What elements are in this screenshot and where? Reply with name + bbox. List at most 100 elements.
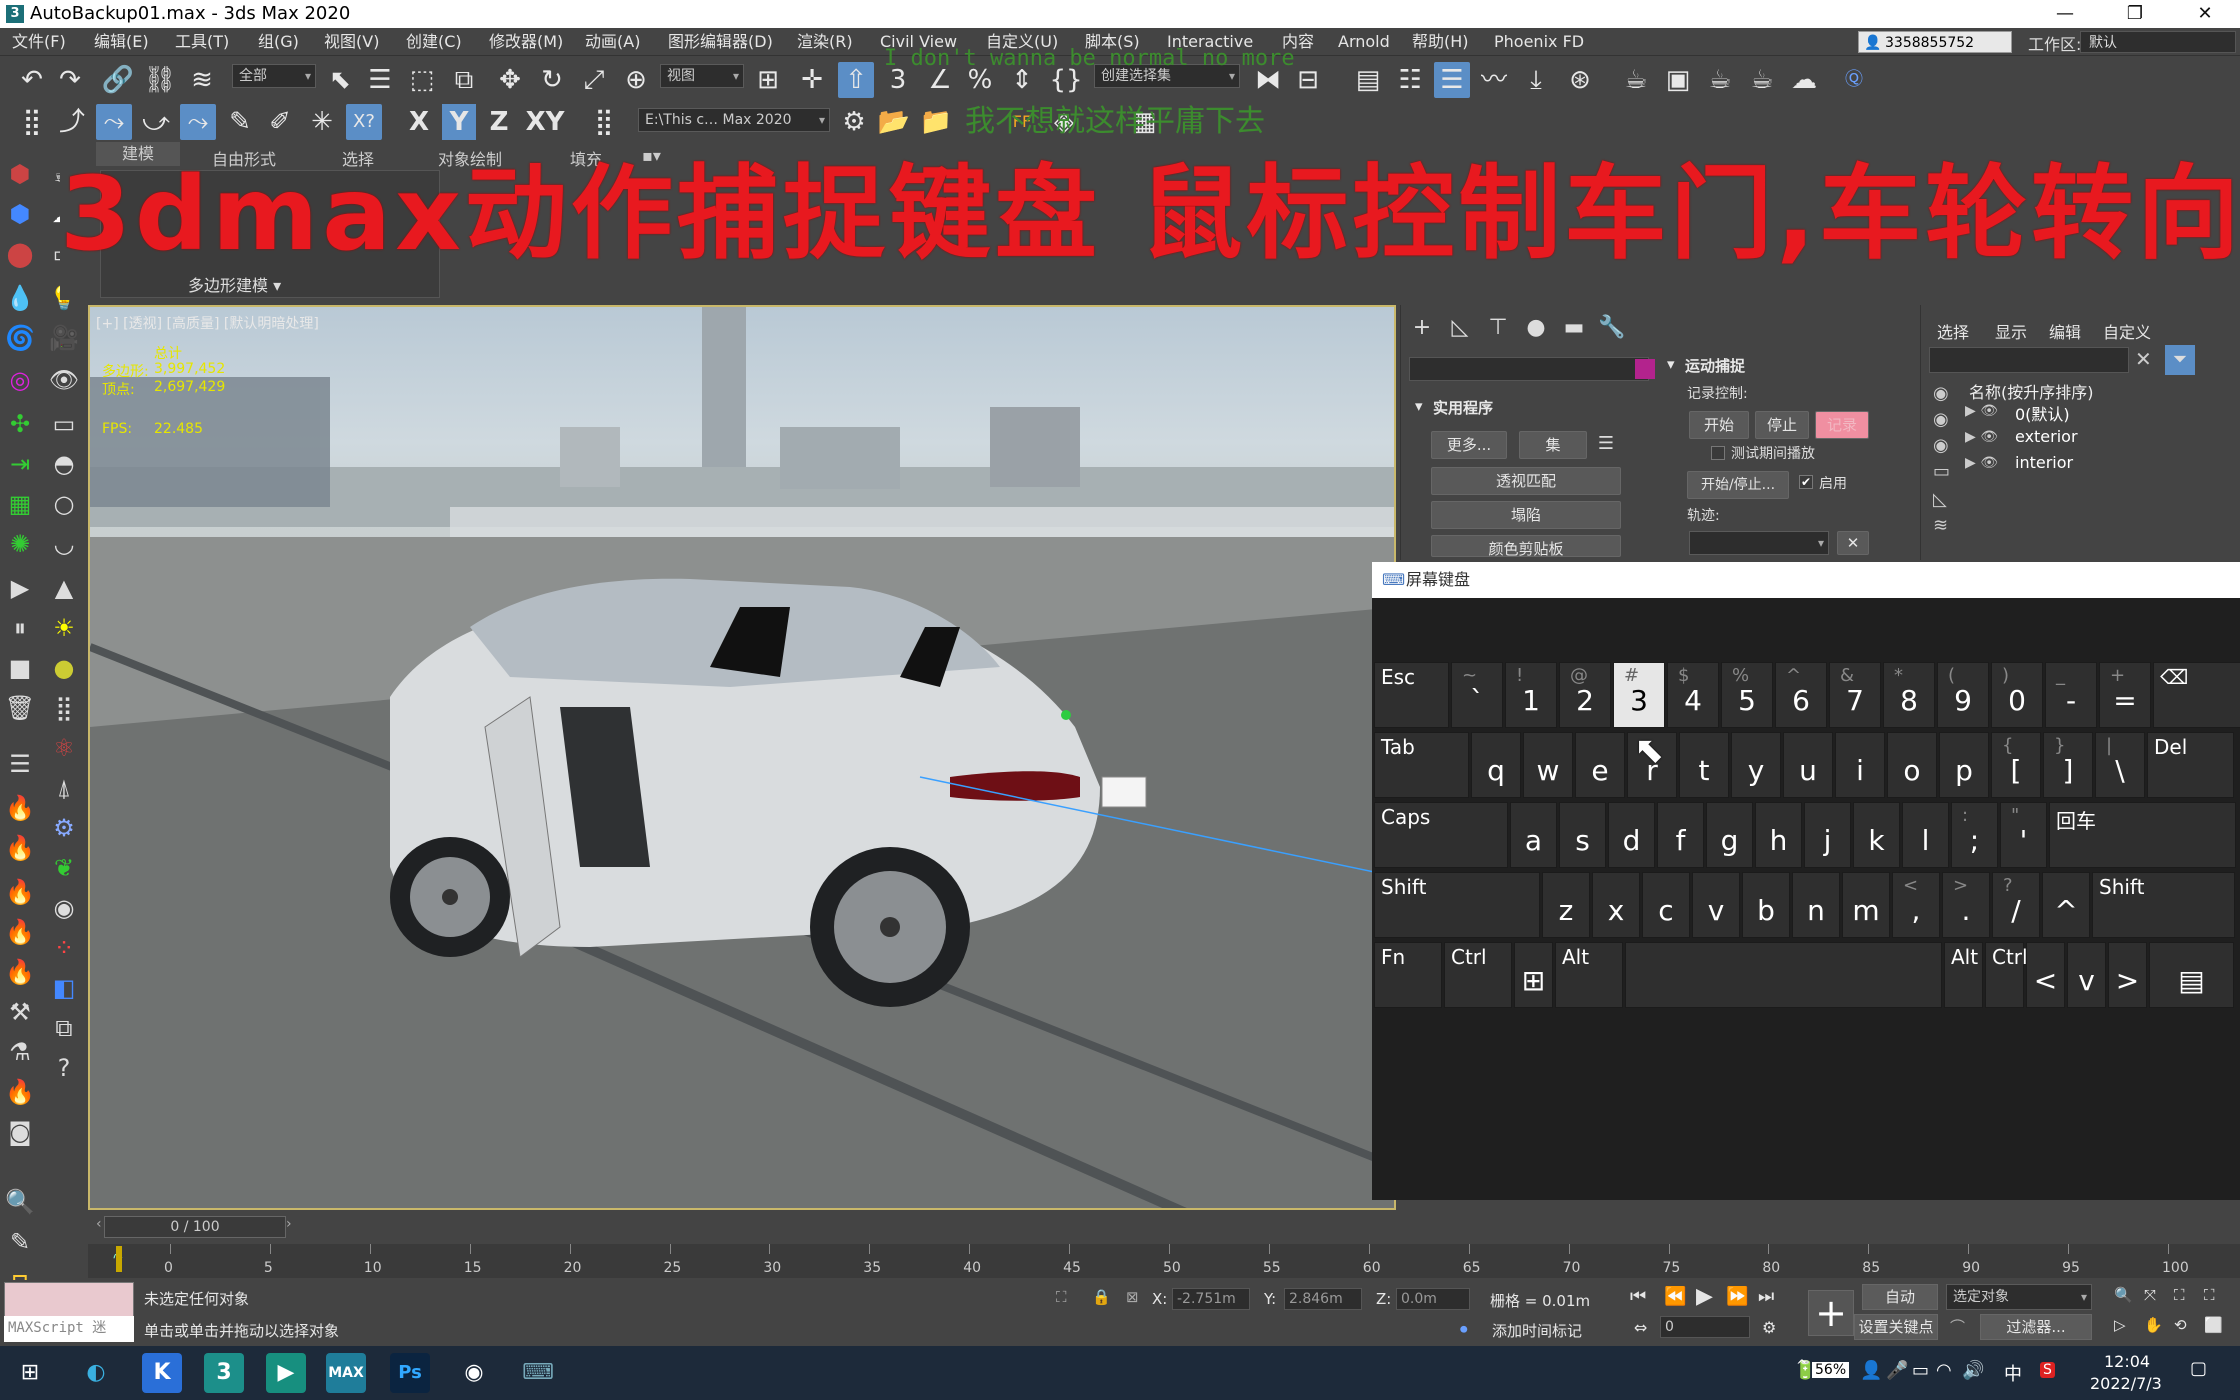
render-production-icon[interactable]: ☕ [1702,62,1738,98]
se-menu-select[interactable]: 选择 [1937,319,1969,343]
maxscript-input[interactable]: MAXScript 迷 [4,1316,134,1342]
osk-key-sym[interactable]: ⌫ [2153,662,2240,728]
close-button[interactable]: ✕ [2170,0,2240,28]
maximize-button[interactable]: ❐ [2100,0,2170,28]
mocap-stop-button[interactable]: 停止 [1755,411,1809,439]
photoshop-icon[interactable]: Ps [390,1353,430,1393]
tiles-icon[interactable]: ⣿ [46,690,82,726]
isolate-icon[interactable]: ⛶ [1056,1288,1067,1306]
link-constraint-icon[interactable]: ⤳ [96,104,132,140]
volume-icon[interactable]: 🔊 [1962,1360,1984,1381]
max-app-icon[interactable]: ▶ [266,1353,306,1393]
time-prev-icon[interactable]: ‹ [96,1216,102,1232]
unlink-icon[interactable]: ⛓ [142,62,178,98]
cone-icon[interactable]: ▲ [46,570,82,606]
osk-key-space[interactable] [1625,942,1942,1008]
render-setup-icon[interactable]: ☕ [1618,62,1654,98]
osk-key-Shift[interactable]: Shift [2092,872,2235,938]
sets-button[interactable]: 集 [1519,431,1587,459]
osk-key-5[interactable]: % 5 [1721,662,1773,728]
helper-icon[interactable]: ✣ [2,406,38,442]
hemisphere-icon[interactable]: ◓ [46,446,82,482]
goto-end-icon[interactable]: ⏭ [1758,1286,1774,1307]
object-color-swatch[interactable] [1635,359,1655,379]
box-icon[interactable]: ⬢ [2,156,38,192]
tracks-clear-button[interactable]: ✕ [1837,531,1869,555]
toggle-ribbon-icon[interactable]: ☰ [1434,62,1470,98]
pan-icon[interactable]: ✋ [2144,1316,2163,1334]
osk-key-0[interactable]: ) 0 [1991,662,2043,728]
menu-arnold[interactable]: Arnold [1338,28,1390,56]
se-display-objects-icon[interactable]: ◉ [1933,383,1949,404]
osk-key-z[interactable]: z [1542,872,1590,938]
current-frame-field[interactable]: 0 [1660,1316,1750,1338]
se-menu-customize[interactable]: 自定义 [2103,319,2151,343]
grid-icon[interactable]: ▦ [2,486,38,522]
osk-key-Esc[interactable]: Esc [1374,662,1449,728]
more-button[interactable]: 更多... [1431,431,1507,459]
axis-xy-button[interactable]: XY [522,104,568,140]
layer-exterior[interactable]: exterior [2015,427,2078,446]
osk-key-Alt[interactable]: Alt [1944,942,1983,1008]
window-crossing-icon[interactable]: ⧉ [446,62,482,98]
osk-key-sym[interactable]: ⊞ [1514,942,1553,1008]
cylinder-icon[interactable]: ⬤ [2,236,38,272]
fire-2-icon[interactable]: 🔥 [2,830,38,866]
dots-icon[interactable]: ⁘ [46,930,82,966]
osk-key-sym[interactable]: ▤ [2149,942,2234,1008]
eye-icon[interactable]: 👁 [46,362,82,398]
osk-key-f[interactable]: f [1657,802,1704,868]
spiral-icon[interactable]: 🌀 [2,320,38,356]
osk-key-Ctrl[interactable]: Ctrl [1444,942,1512,1008]
osk-title-bar[interactable]: ⌨ 屏幕键盘 [1372,562,2240,598]
layer-0-expand-icon[interactable]: ▶ 👁 [1965,403,1998,419]
render-icon[interactable]: ◧ [46,970,82,1006]
fire-6-icon[interactable]: 🔥 [2,1074,38,1110]
prev-frame-icon[interactable]: ⏪ [1664,1286,1686,1307]
osk-key-Ctrl[interactable]: Ctrl [1985,942,2028,1008]
time-config-icon[interactable]: ⚙ [1762,1318,1776,1337]
play-icon[interactable]: ▶ [2,570,38,606]
render-cloud-icon[interactable]: ☁ [1786,62,1822,98]
se-menu-edit[interactable]: 编辑 [2049,319,2081,343]
stop-icon[interactable]: ■ [2,650,38,686]
selection-filter-dropdown[interactable]: 全部 [232,64,316,88]
osk-key-8[interactable]: * 8 [1883,662,1935,728]
grass-icon[interactable]: ❦ [46,850,82,886]
key-filters-button[interactable]: 过滤器... [1980,1314,2092,1340]
obs-icon[interactable]: ◉ [454,1353,494,1393]
menu-modifiers[interactable]: 修改器(M) [489,28,563,56]
mocap-start-button[interactable]: 开始 [1689,411,1749,439]
enable-checkbox[interactable]: ✔ [1799,475,1813,489]
qr-icon[interactable]: Ⓠ [1836,62,1872,98]
osk-key-n[interactable]: n [1792,872,1840,938]
motion-capture-arrow[interactable]: ▾ [1667,355,1675,373]
osk-key-7[interactable]: & 7 [1829,662,1881,728]
time-cursor[interactable] [116,1246,122,1272]
brush-2-icon[interactable]: ✎ [2,1224,38,1260]
molecule-icon[interactable]: ⚛ [46,730,82,766]
notification-icon[interactable]: ▢ [2190,1358,2207,1379]
osk-key-w[interactable]: w [1523,732,1573,798]
menu-edit[interactable]: 编辑(E) [94,28,149,56]
sun-icon[interactable]: ☀ [46,610,82,646]
burst-icon[interactable]: ✺ [2,526,38,562]
display-tab-icon[interactable]: ▬ [1559,313,1589,343]
se-display-cameras-icon[interactable]: ◺ [1933,489,1947,510]
track-bar[interactable]: ∿ 05101520253035404550556065707580859095… [88,1244,2240,1278]
place-icon[interactable]: ⊕ [618,62,654,98]
motion-capture-title[interactable]: 运动捕捉 [1685,355,1745,376]
project-folder-icon[interactable]: ⚙ [836,104,872,140]
osk-key-sym[interactable]: + = [2099,662,2151,728]
k-app-icon[interactable]: K [142,1353,182,1393]
undo-icon[interactable]: ↶ [14,62,50,98]
osk-key-2[interactable]: @2 [1559,662,1611,728]
wifi-icon[interactable]: ◠ [1936,1360,1952,1381]
osk-key-d[interactable]: d [1608,802,1655,868]
osk-key-k[interactable]: k [1853,802,1900,868]
fire-3-icon[interactable]: 🔥 [2,874,38,910]
bone-icon[interactable]: ⤻ [138,104,174,140]
menu-view[interactable]: 视图(V) [324,28,379,56]
utilities-rollout-arrow[interactable]: ▾ [1415,397,1423,415]
bind-space-warp-icon[interactable]: ≋ [184,62,220,98]
